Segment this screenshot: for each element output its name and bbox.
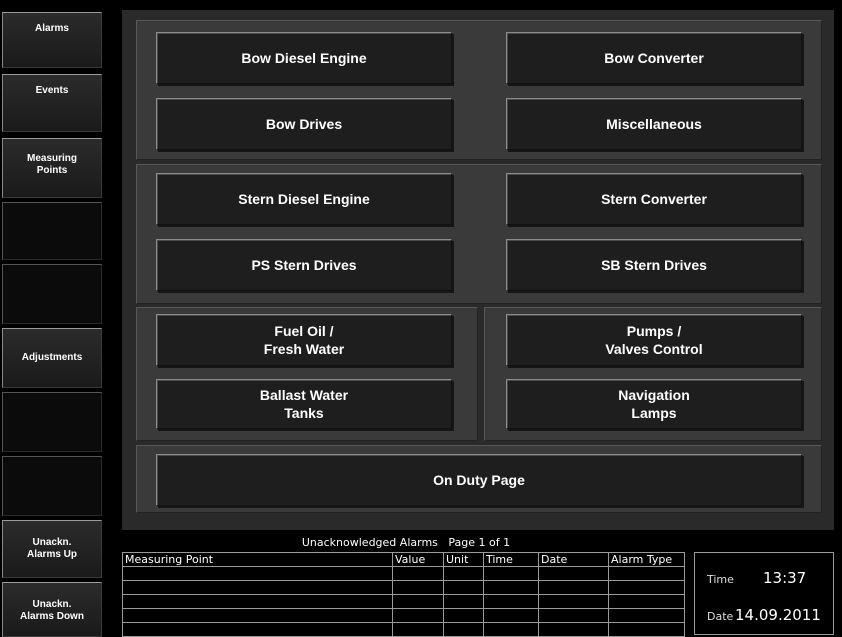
column-header-time: Time [483, 552, 539, 567]
unacknowledged-alarms-table: Measuring Point Value Unit Time Date Ala… [122, 552, 685, 637]
pumps-valves-control-button[interactable]: Pumps / Valves Control [506, 314, 802, 366]
sb-stern-drives-button[interactable]: SB Stern Drives [506, 239, 802, 291]
stern-diesel-engine-label: Stern Diesel Engine [238, 191, 370, 207]
alarm-table-title: Unacknowledged Alarms Page 1 of 1 [301, 536, 511, 549]
table-row[interactable] [122, 608, 685, 623]
bow-drives-label: Bow Drives [265, 116, 343, 132]
column-header-measuring-point: Measuring Point [122, 552, 393, 567]
adjustments-button[interactable]: Adjustments [2, 328, 102, 388]
navigation-lamps-button[interactable]: Navigation Lamps [506, 379, 802, 429]
bow-converter-button[interactable]: Bow Converter [506, 32, 802, 84]
sidebar-empty-slot-2[interactable] [2, 264, 102, 324]
events-button[interactable]: Events [2, 74, 102, 132]
sidebar-separator [106, 0, 120, 637]
main-navigation-area: Bow Diesel Engine Bow Converter Bow Driv… [122, 10, 834, 530]
column-header-alarm-type: Alarm Type [608, 552, 685, 567]
miscellaneous-button[interactable]: Miscellaneous [506, 98, 802, 150]
bow-diesel-engine-button[interactable]: Bow Diesel Engine [156, 32, 452, 84]
measuring-points-button-label: Measuring Points [26, 153, 77, 176]
stern-diesel-engine-button[interactable]: Stern Diesel Engine [156, 173, 452, 225]
stern-converter-label: Stern Converter [601, 191, 707, 207]
bow-diesel-engine-label: Bow Diesel Engine [241, 50, 367, 66]
column-header-date: Date [538, 552, 609, 567]
unackn-alarms-down-button[interactable]: Unackn. Alarms Down [2, 582, 102, 637]
on-duty-page-label: On Duty Page [433, 472, 525, 488]
unackn-alarms-up-label: Unackn. Alarms Up [26, 537, 77, 560]
ballast-water-tanks-label: Ballast Water Tanks [259, 387, 349, 421]
table-header-row: Measuring Point Value Unit Time Date Ala… [122, 552, 685, 567]
table-row[interactable] [122, 622, 685, 637]
unackn-alarms-up-button[interactable]: Unackn. Alarms Up [2, 520, 102, 578]
clock-panel: Time 13:37 Date 14.09.2011 [694, 552, 834, 635]
sidebar: Alarms Events Measuring Points Adjustmen… [0, 0, 106, 637]
bow-converter-label: Bow Converter [604, 50, 704, 66]
time-value: 13:37 [763, 569, 807, 587]
alarms-button[interactable]: Alarms [2, 12, 102, 68]
fuel-oil-fresh-water-label: Fuel Oil / Fresh Water [263, 323, 345, 357]
bottom-status-area: Unacknowledged Alarms Page 1 of 1 Measur… [122, 530, 842, 637]
column-header-unit: Unit [443, 552, 484, 567]
sb-stern-drives-label: SB Stern Drives [601, 257, 707, 273]
column-header-value: Value [392, 552, 444, 567]
unackn-alarms-down-label: Unackn. Alarms Down [20, 599, 84, 622]
events-button-label: Events [35, 85, 69, 96]
fuel-oil-fresh-water-button[interactable]: Fuel Oil / Fresh Water [156, 314, 452, 366]
pumps-valves-control-label: Pumps / Valves Control [605, 323, 703, 357]
time-label: Time [707, 573, 734, 586]
bow-drives-button[interactable]: Bow Drives [156, 98, 452, 150]
miscellaneous-label: Miscellaneous [606, 116, 702, 132]
stern-converter-button[interactable]: Stern Converter [506, 173, 802, 225]
table-row[interactable] [122, 566, 685, 581]
alarms-button-label: Alarms [35, 23, 69, 34]
adjustments-button-label: Adjustments [21, 352, 83, 363]
date-label: Date [707, 610, 734, 623]
navigation-lamps-label: Navigation Lamps [618, 387, 690, 421]
ps-stern-drives-button[interactable]: PS Stern Drives [156, 239, 452, 291]
sidebar-empty-slot-3[interactable] [2, 392, 102, 452]
on-duty-page-button[interactable]: On Duty Page [156, 454, 802, 506]
ballast-water-tanks-button[interactable]: Ballast Water Tanks [156, 379, 452, 429]
sidebar-empty-slot-1[interactable] [2, 202, 102, 260]
table-row[interactable] [122, 580, 685, 595]
sidebar-empty-slot-4[interactable] [2, 456, 102, 516]
date-value: 14.09.2011 [735, 606, 821, 624]
measuring-points-button[interactable]: Measuring Points [2, 138, 102, 198]
ps-stern-drives-label: PS Stern Drives [251, 257, 357, 273]
table-row[interactable] [122, 594, 685, 609]
